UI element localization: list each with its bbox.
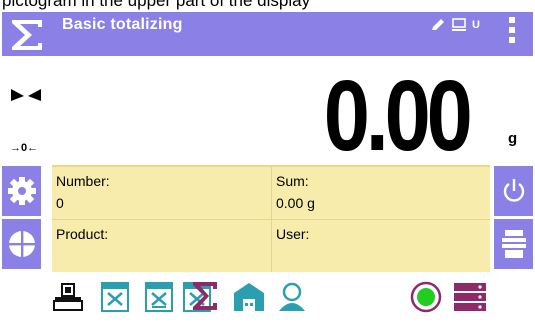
menu-button[interactable] <box>508 17 516 53</box>
warehouse-icon[interactable] <box>232 281 266 313</box>
settings-button[interactable] <box>2 166 41 216</box>
title-text: Basic totalizing <box>62 16 183 33</box>
number-label: Number: <box>56 173 110 189</box>
sigma-total-icon[interactable] <box>190 280 220 312</box>
status-letter: U <box>472 19 480 31</box>
sum-label: Sum: <box>276 173 309 189</box>
pencil-icon <box>432 19 444 30</box>
stable-indicator-icon <box>11 89 41 101</box>
info-panel: Number: 0 Sum: 0.00 g Product: User: <box>52 165 490 275</box>
power-button[interactable] <box>494 166 533 216</box>
gear-icon <box>7 177 36 205</box>
sigma-logo-icon <box>12 20 42 50</box>
caption-label: pictogram in the upper part of the displ… <box>2 0 311 10</box>
database-button[interactable] <box>2 219 41 269</box>
zero-indicator: →0← <box>10 142 39 154</box>
print-button[interactable] <box>494 219 533 269</box>
scale-weigh-icon[interactable] <box>52 281 84 313</box>
clear-all-icon[interactable] <box>144 281 174 313</box>
power-icon <box>503 179 524 202</box>
display-icon <box>452 18 466 31</box>
server-icon[interactable] <box>452 281 488 313</box>
user-icon[interactable] <box>276 281 308 313</box>
weight-unit: g <box>508 130 518 147</box>
product-field[interactable]: Product: <box>56 226 108 243</box>
titlebar-status-icons: U <box>430 17 480 33</box>
user-label: User: <box>276 226 310 242</box>
user-field[interactable]: User: <box>276 226 309 243</box>
bottom-toolbar <box>0 272 535 322</box>
printer-icon <box>501 230 526 258</box>
weight-reading: 0.00 <box>324 60 473 172</box>
number-value: 0 <box>56 195 64 211</box>
title-bar: Basic totalizing U <box>2 12 533 56</box>
product-label: Product: <box>56 226 109 242</box>
cancel-item-icon[interactable] <box>100 281 130 313</box>
green-status-icon <box>410 281 442 313</box>
database-icon <box>8 231 35 257</box>
sum-value: 0.00 g <box>276 195 315 211</box>
